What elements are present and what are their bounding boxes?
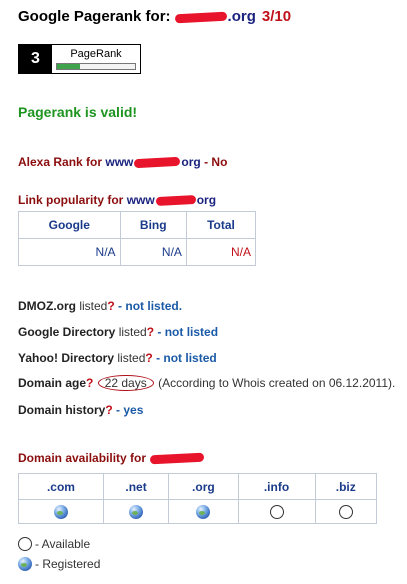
available-circle-icon [18,537,32,551]
link-popularity-domain-end: org [196,193,217,207]
alexa-domain-start: www [105,155,134,169]
domain-age-note: (According to Whois created on 06.12.201… [158,376,396,390]
yahoo-directory-listed-text: listed [114,351,146,365]
pagerank-valid-message: Pagerank is valid! [18,104,138,120]
legend-registered-label: - Registered [35,557,101,571]
table-row [18,499,378,524]
available-circle-icon [269,504,284,519]
link-popularity-prefix: Link popularity for [18,193,124,207]
google-directory-result: - not listed [154,325,219,339]
tld-header-org: .org [168,473,239,500]
tld-status-info [237,499,316,524]
dmoz-listing-line: DMOZ.org listed? - not listed. [18,299,182,313]
domain-age-help-icon[interactable]: ? [86,376,93,390]
link-popularity-heading: Link popularity for www org [18,193,216,207]
registered-globe-icon [53,504,68,519]
google-directory-label: Google Directory [18,325,116,339]
redacted-domain [134,157,181,169]
domain-age-label: Domain age [18,376,87,390]
redacted-domain [174,11,227,23]
tld-status-org [168,499,239,524]
tld-header-net: .net [102,473,170,500]
tld-header-info: .info [237,473,316,500]
tld-status-com [18,499,104,524]
yahoo-directory-help-icon[interactable]: ? [145,351,152,365]
registered-globe-icon [196,504,211,519]
google-directory-line: Google Directory listed? - not listed [18,325,218,339]
domain-history-line: Domain history? - yes [18,403,143,417]
dmoz-help-icon[interactable]: ? [107,299,114,313]
title-domain-suffix: .org [227,8,256,25]
pagerank-badge-value: 3 [19,45,52,73]
alexa-prefix: Alexa Rank for [18,155,103,169]
title-prefix: Google Pagerank for: [18,8,171,25]
yahoo-directory-label: Yahoo! Directory [18,351,115,365]
legend-available: - Available [18,537,90,551]
tld-header-com: .com [18,473,104,500]
domain-availability-heading: Domain availability for [18,451,205,465]
domain-history-label: Domain history [18,403,106,417]
redacted-domain [155,195,196,207]
tld-header-biz: .biz [314,473,378,500]
yahoo-directory-line: Yahoo! Directory listed? - not listed [18,351,217,365]
dmoz-result: - not listed. [114,299,183,313]
alexa-rank-line: Alexa Rank for www org - No [18,155,227,169]
dmoz-listed-text: listed [76,299,108,313]
google-directory-listed-text: listed [115,325,147,339]
alexa-result: - No [204,155,228,169]
table-header-row: Google Bing Total [18,211,257,239]
domain-history-result: - yes [112,403,144,417]
pagerank-badge: 3 PageRank [18,44,141,74]
link-popularity-domain-start: www [126,193,155,207]
domain-availability-table: .com .net .org .info .biz [18,473,378,524]
domain-history-help-icon[interactable]: ? [105,403,112,417]
pagerank-bar-fill [57,64,81,69]
domain-age-line: Domain age? 22 days (According to Whois … [18,375,395,391]
column-header-bing: Bing [119,211,187,239]
available-circle-icon [338,504,353,519]
tld-status-net [102,499,170,524]
alexa-domain-end: org [181,155,201,169]
pagerank-bar [56,63,136,70]
link-popularity-domain[interactable]: www org [127,193,216,207]
domain-age-days: 22 days [97,375,154,391]
tld-status-biz [314,499,378,524]
legend-registered: - Registered [18,557,100,571]
registered-globe-icon [18,557,32,571]
alexa-domain-link[interactable]: www org [105,155,200,169]
table-row: N/A N/A N/A [18,238,257,266]
column-header-total: Total [185,211,257,239]
redacted-domain [150,452,205,465]
bing-links-value: N/A [119,238,187,266]
pagerank-badge-label: PageRank [70,48,122,60]
dmoz-label: DMOZ.org [18,299,76,313]
google-links-value: N/A [18,238,121,266]
registered-globe-icon [129,504,144,519]
column-header-google: Google [18,211,121,239]
total-links-value: N/A [185,238,257,266]
availability-prefix: Domain availability for [18,451,147,465]
table-header-row: .com .net .org .info .biz [18,473,378,500]
legend-available-label: - Available [35,537,91,551]
google-directory-help-icon[interactable]: ? [147,325,154,339]
yahoo-directory-result: - not listed [152,351,217,365]
page-title: Google Pagerank for: .org 3/10 [18,8,291,25]
link-popularity-table: Google Bing Total N/A N/A N/A [18,211,257,266]
pagerank-score: 3/10 [261,8,292,25]
